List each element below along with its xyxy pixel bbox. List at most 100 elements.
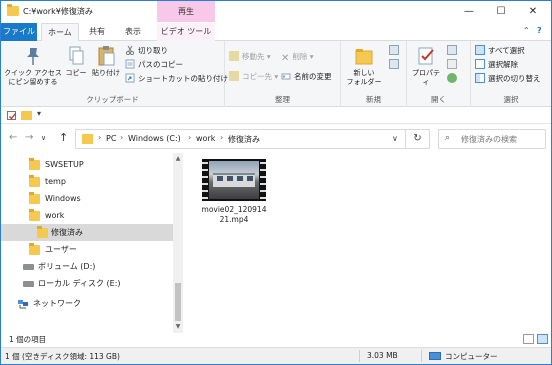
tree-item-repaired[interactable]: 修復済み: [1, 224, 173, 241]
invert-selection-button[interactable]: 選択の切り替え: [475, 73, 541, 85]
tree-item-label: ボリューム (D:): [38, 262, 96, 271]
up-arrow-icon[interactable]: ↑: [59, 131, 68, 144]
delete-button[interactable]: ✕ 削除 ▾: [281, 51, 314, 64]
tree-item-label: work: [45, 211, 65, 220]
open-group-label: 開く: [431, 95, 446, 104]
scroll-thumb[interactable]: [175, 283, 181, 321]
breadcrumb-pc[interactable]: PC: [106, 134, 116, 143]
ribbon-tabs: ファイル ホーム 共有 表示 ビデオ ツール ⌃ ?: [1, 23, 551, 42]
open-dropdown[interactable]: [447, 45, 460, 57]
new-folder-qat-icon[interactable]: [21, 111, 32, 120]
tree-item-label: ネットワーク: [33, 299, 81, 308]
properties-button[interactable]: プロパティ: [409, 45, 443, 87]
select-all-button[interactable]: すべて選択: [475, 45, 525, 57]
address-dropdown-icon[interactable]: ∨: [392, 134, 398, 143]
customize-qat-icon[interactable]: ▾: [37, 109, 41, 118]
tree-item-temp[interactable]: temp: [1, 173, 173, 190]
copy-path-button[interactable]: パスのコピー: [125, 59, 183, 71]
copy-path-label: パスのコピー: [138, 60, 183, 69]
new-folder-label: 新しい フォルダー: [346, 69, 382, 86]
select-none-icon: [475, 59, 485, 69]
copy-button[interactable]: コピー: [63, 45, 89, 78]
tree-item-label: temp: [45, 177, 66, 186]
easy-access-dropdown[interactable]: [389, 59, 402, 71]
tree-item-windows[interactable]: Windows: [1, 190, 173, 207]
edit-icon: [447, 59, 457, 69]
organize-group-label: 整理: [275, 95, 290, 104]
breadcrumb-separator-icon[interactable]: ›: [220, 133, 223, 142]
tab-home[interactable]: ホーム: [41, 23, 79, 42]
address-bar[interactable]: › PC › Windows (C:) › work › 修復済み ∨: [75, 129, 406, 149]
new-folder-button[interactable]: 新しい フォルダー: [343, 45, 385, 87]
new-folder-icon: [353, 45, 375, 67]
close-button[interactable]: ✕: [517, 1, 549, 23]
delete-x-icon: ✕: [281, 53, 290, 64]
tab-view[interactable]: 表示: [119, 23, 147, 41]
scroll-down-icon[interactable]: ▼: [173, 323, 183, 330]
maximize-button[interactable]: ☐: [485, 1, 517, 23]
tree-item-label: SWSETUP: [45, 160, 84, 169]
history-icon: [447, 73, 457, 83]
scroll-up-icon[interactable]: ▲: [173, 155, 183, 162]
refresh-button[interactable]: ↻: [406, 129, 430, 149]
item-count: 1 個の項目: [9, 335, 47, 344]
details-view-icon[interactable]: [523, 334, 534, 344]
tree-item-label: Windows: [45, 194, 81, 203]
edit-button[interactable]: [447, 59, 460, 71]
cut-button[interactable]: 切り取り: [125, 45, 168, 57]
new-item-icon: [389, 45, 399, 55]
back-arrow-icon[interactable]: ←: [9, 132, 17, 143]
tree-item-work[interactable]: work: [1, 207, 173, 224]
new-item-dropdown[interactable]: [389, 45, 402, 57]
video-thumbnail-icon: [202, 159, 266, 201]
minimize-button[interactable]: —: [453, 1, 485, 23]
tree-item-swsetup[interactable]: SWSETUP: [1, 156, 173, 173]
tree-item-drive-e[interactable]: ローカル ディスク (E:): [1, 275, 173, 292]
copy-folder-icon: [229, 71, 239, 81]
breadcrumb-drive-c[interactable]: Windows (C:): [128, 134, 181, 143]
breadcrumb-work[interactable]: work: [196, 134, 215, 143]
pin-icon: [22, 45, 44, 67]
file-item[interactable]: movie02_12091421.mp4: [200, 159, 268, 225]
navigation-scrollbar[interactable]: ▲ ▼: [173, 153, 183, 333]
folder-icon: [29, 209, 40, 221]
ribbon-collapse-button[interactable]: ⌃: [523, 26, 530, 35]
move-folder-icon: [229, 51, 239, 61]
select-group: すべて選択 選択解除 選択の切り替え 選択: [471, 41, 551, 107]
folder-icon: [37, 226, 48, 238]
clipboard-group-label: クリップボード: [86, 95, 139, 104]
drive-icon: [23, 264, 34, 270]
search-box[interactable]: ⌕ 修復済みの検索: [438, 129, 546, 149]
tab-file[interactable]: ファイル: [1, 23, 37, 41]
history-button[interactable]: [447, 73, 460, 85]
large-icons-view-icon[interactable]: [537, 334, 548, 344]
breadcrumb-current[interactable]: 修復済み: [228, 134, 260, 145]
paste-button[interactable]: 貼り付け: [91, 45, 121, 78]
organize-group: 移動先 ▾ コピー先 ▾ ✕ 削除 ▾ 名前の変更 整理: [225, 41, 341, 107]
tree-item-drive-d[interactable]: ボリューム (D:): [1, 258, 173, 275]
quick-access-toolbar: ▾: [1, 108, 551, 124]
tab-video-tools[interactable]: ビデオ ツール: [157, 23, 215, 41]
properties-check-icon[interactable]: [7, 111, 17, 120]
open-icon: [447, 45, 457, 55]
recent-locations-chevron-icon[interactable]: ∨: [41, 134, 46, 142]
rename-button[interactable]: 名前の変更: [281, 71, 332, 83]
help-button[interactable]: ?: [537, 26, 542, 35]
copy-label: コピー: [65, 69, 87, 77]
tree-item-network[interactable]: ネットワーク: [1, 295, 173, 312]
breadcrumb-separator-icon[interactable]: ›: [98, 133, 101, 142]
tree-item-label: ローカル ディスク (E:): [38, 279, 121, 288]
breadcrumb-separator-icon[interactable]: ›: [120, 133, 123, 142]
tree-item-users[interactable]: ユーザー: [1, 241, 173, 258]
copy-to-button[interactable]: コピー先 ▾: [229, 71, 278, 83]
tab-share[interactable]: 共有: [83, 23, 111, 41]
breadcrumb-separator-icon[interactable]: ›: [188, 133, 191, 142]
select-all-icon: [475, 45, 485, 55]
copy-icon: [65, 45, 87, 67]
rename-label: 名前の変更: [294, 72, 332, 81]
move-to-button[interactable]: 移動先 ▾: [229, 51, 271, 63]
select-none-button[interactable]: 選択解除: [475, 59, 518, 71]
pin-quick-access-button[interactable]: クイック アクセス にピン留めする: [3, 45, 63, 87]
paste-shortcut-button[interactable]: ショートカットの貼り付け: [125, 73, 228, 85]
forward-arrow-icon[interactable]: →: [25, 132, 33, 143]
